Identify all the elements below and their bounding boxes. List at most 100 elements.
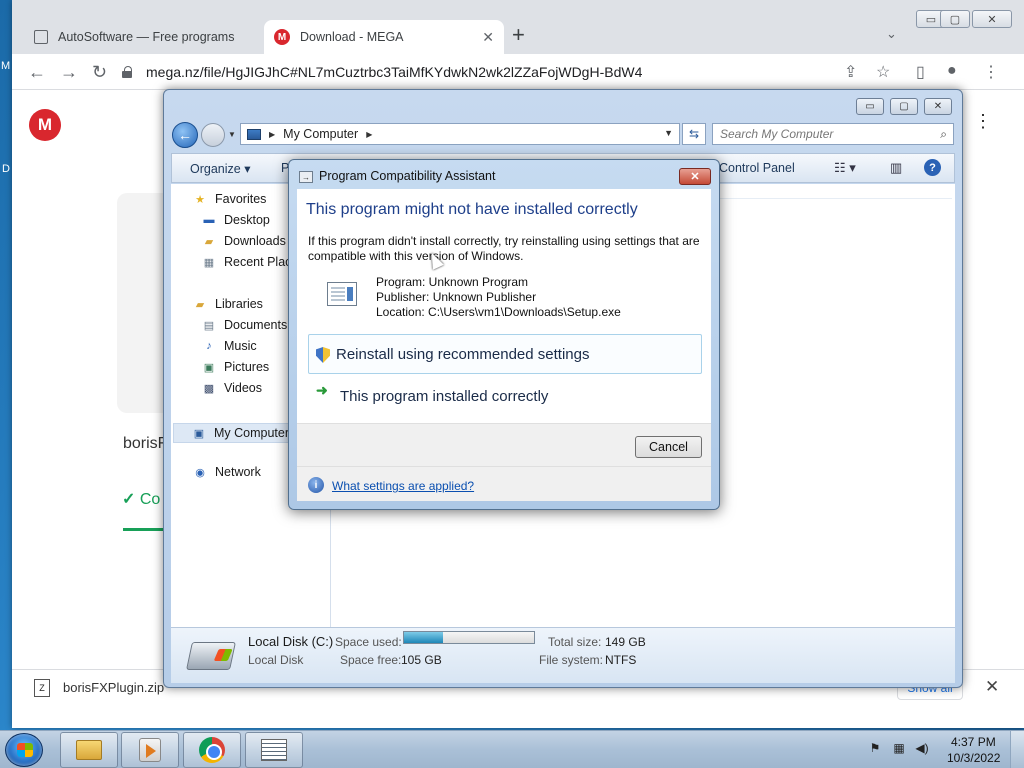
- maximize-button[interactable]: ▢: [940, 10, 970, 28]
- help-icon[interactable]: ?: [924, 159, 941, 176]
- action-center-icon[interactable]: ⚑: [868, 741, 882, 755]
- start-button[interactable]: [5, 733, 43, 767]
- address-bar[interactable]: mega.nz/file/HgJIGJhC#NL7mCuztrbc3TaiMfK…: [122, 59, 902, 85]
- file-system-label: File system:: [539, 653, 604, 667]
- download-item[interactable]: borisFXPlugin.zip: [63, 680, 164, 695]
- space-free-value: 105 GB: [401, 653, 442, 667]
- page-menu-icon[interactable]: ⋮: [974, 111, 992, 132]
- explorer-close-button[interactable]: ✕: [924, 98, 952, 115]
- url-text: mega.nz/file/HgJIGJhC#NL7mCuztrbc3TaiMfK…: [146, 64, 643, 80]
- taskbar-chrome[interactable]: [183, 732, 241, 768]
- nav-libraries[interactable]: ▰ Libraries: [193, 297, 263, 311]
- reinstall-recommended-option[interactable]: Reinstall using recommended settings: [308, 334, 702, 374]
- search-icon[interactable]: ⌕: [940, 127, 947, 142]
- back-icon[interactable]: ←: [172, 122, 198, 148]
- star-icon: ★: [195, 193, 205, 206]
- explorer-search-input[interactable]: Search My Computer ⌕: [712, 123, 954, 145]
- nav-videos[interactable]: ▩ Videos: [202, 381, 262, 395]
- tab-close-icon[interactable]: ✕: [482, 29, 494, 46]
- close-shelf-icon[interactable]: ✕: [985, 677, 999, 697]
- tab-autosoftware[interactable]: AutoSoftware — Free programs: [24, 20, 264, 54]
- taskbar-notepad[interactable]: [245, 732, 303, 768]
- download-status: ✓ Co: [122, 491, 161, 508]
- space-used-label: Space used:: [335, 635, 402, 649]
- explorer-minimize-button[interactable]: ▭: [856, 98, 884, 115]
- space-free-label: Space free:: [340, 653, 402, 667]
- share-icon[interactable]: ⇪: [844, 62, 857, 82]
- profile-icon[interactable]: ●: [947, 62, 957, 80]
- nav-downloads[interactable]: ▰ Downloads: [202, 234, 286, 248]
- settings-help-link[interactable]: What settings are applied?: [332, 479, 474, 493]
- refresh-icon[interactable]: ⇆: [682, 123, 706, 145]
- desktop-edge-text: M: [1, 60, 11, 72]
- address-dropdown-icon[interactable]: ▼: [664, 128, 673, 138]
- side-panel-icon[interactable]: ▯: [916, 62, 925, 82]
- nav-music[interactable]: ♪ Music: [202, 339, 256, 353]
- info-icon: i: [308, 477, 324, 493]
- preview-pane-icon[interactable]: ▥: [890, 160, 902, 176]
- new-tab-button[interactable]: +: [512, 22, 525, 48]
- network-tray-icon[interactable]: ▦: [892, 741, 906, 755]
- music-icon: ♪: [206, 340, 212, 352]
- tab-mega[interactable]: M Download - MEGA ✕: [264, 20, 504, 54]
- nav-pictures[interactable]: ▣ Pictures: [202, 360, 269, 374]
- organize-button[interactable]: Organize ▾: [190, 161, 250, 176]
- mega-favicon-icon: M: [274, 29, 290, 45]
- dialog-close-button[interactable]: ✕: [679, 168, 711, 185]
- control-panel-button[interactable]: Control Panel: [719, 161, 795, 175]
- clock-time[interactable]: 4:37 PM: [951, 735, 996, 749]
- installed-correctly-option[interactable]: This program installed correctly: [340, 388, 548, 405]
- folder-icon: [76, 740, 102, 760]
- network-icon: ◉: [195, 466, 205, 479]
- tab-title: AutoSoftware — Free programs: [58, 30, 235, 44]
- tab-search-chevron-icon[interactable]: ⌄: [886, 26, 897, 42]
- desktop-edge-text: D: [2, 163, 10, 175]
- uac-shield-icon: [316, 347, 330, 363]
- chrome-icon: [199, 737, 225, 763]
- drive-icon: [186, 642, 236, 670]
- media-player-icon: [139, 738, 161, 762]
- program-name: Program: Unknown Program: [376, 275, 529, 289]
- libraries-icon: ▰: [195, 298, 205, 311]
- view-options-icon[interactable]: ☷ ▾: [834, 160, 856, 176]
- program-publisher: Publisher: Unknown Publisher: [376, 290, 537, 304]
- tab-strip: AutoSoftware — Free programs M Download …: [12, 0, 1024, 54]
- explorer-address-bar[interactable]: ▶ My Computer ▶ ▼: [240, 123, 680, 145]
- volume-icon[interactable]: ◀): [915, 741, 929, 755]
- file-system-value: NTFS: [605, 653, 637, 667]
- breadcrumb-separator-icon[interactable]: ▶: [366, 130, 372, 139]
- taskbar-explorer[interactable]: [60, 732, 118, 768]
- space-used-fill: [404, 632, 443, 643]
- drive-name: Local Disk (C:): [248, 634, 334, 649]
- history-dropdown-icon[interactable]: ▼: [228, 130, 236, 139]
- videos-icon: ▩: [203, 382, 215, 395]
- taskbar-media-player[interactable]: [121, 732, 179, 768]
- computer-icon: ▣: [193, 427, 205, 440]
- breadcrumb-separator-icon[interactable]: ▶: [269, 130, 275, 139]
- bookmark-star-icon[interactable]: ☆: [876, 62, 890, 82]
- folder-icon: ▰: [204, 235, 214, 248]
- back-icon[interactable]: ←: [28, 62, 46, 83]
- reload-icon[interactable]: ↻: [92, 62, 107, 83]
- nav-desktop[interactable]: ▬ Desktop: [202, 213, 270, 227]
- breadcrumb[interactable]: My Computer: [283, 127, 358, 141]
- tab-title: Download - MEGA: [300, 30, 404, 44]
- nav-network[interactable]: ◉ Network: [193, 465, 261, 479]
- clock-date[interactable]: 10/3/2022: [947, 751, 1000, 765]
- nav-documents[interactable]: ▤ Documents: [202, 318, 287, 332]
- program-location: Location: C:\Users\vm1\Downloads\Setup.e…: [376, 305, 621, 319]
- chrome-menu-icon[interactable]: ⋮: [983, 62, 999, 82]
- nav-favorites[interactable]: ★ Favorites: [193, 192, 266, 206]
- lock-icon: [122, 66, 134, 78]
- recent-places-icon: ▦: [203, 256, 215, 269]
- close-button[interactable]: ✕: [972, 10, 1012, 28]
- computer-icon: [247, 128, 261, 140]
- explorer-maximize-button[interactable]: ▢: [890, 98, 918, 115]
- option-label: Reinstall using recommended settings: [336, 346, 590, 363]
- drive-type: Local Disk: [248, 653, 304, 667]
- mega-logo-icon[interactable]: M: [29, 109, 61, 141]
- cancel-button[interactable]: Cancel: [635, 436, 702, 458]
- forward-icon[interactable]: [201, 123, 225, 147]
- forward-icon[interactable]: →: [60, 62, 78, 83]
- show-desktop-button[interactable]: [1010, 731, 1024, 768]
